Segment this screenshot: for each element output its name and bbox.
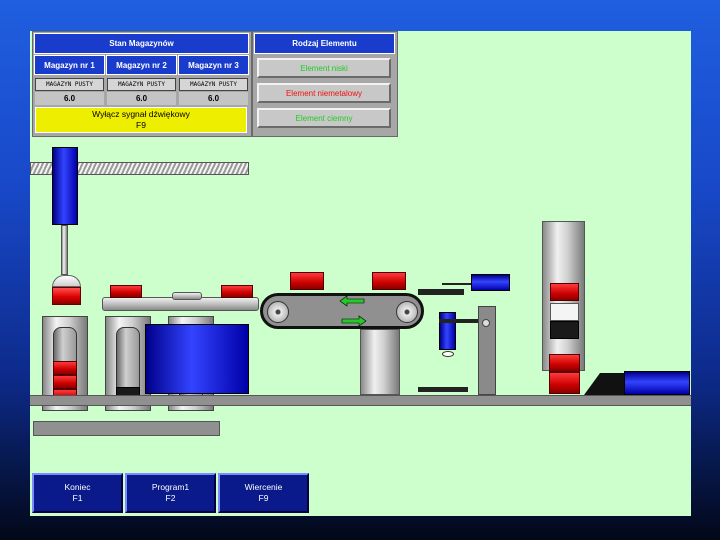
magazyn-2-status: MAGAZYN PUSTY [107,78,176,91]
conveyor-arrows [339,295,367,327]
wiercenie-button[interactable]: Wiercenie F9 [218,473,309,513]
output-element-red-3 [549,372,580,394]
rotary-table-hub [172,292,202,300]
magazyn-1-header: Magazyn nr 1 [34,55,105,75]
magazyn-1-element [53,375,77,389]
rodzaj-elementu-title: Rodzaj Elementu [254,33,395,54]
program1-key: F2 [165,493,176,503]
magazyn-3-status: MAGAZYN PUSTY [179,78,248,91]
magazyn-2-header: Magazyn nr 2 [106,55,177,75]
floor-rail [30,395,691,406]
program1-label: Program1 [151,482,190,492]
disable-sound-key: F9 [136,120,146,130]
magazyn-1-value: 6.0 [35,92,104,105]
magazyn-3-top-element [221,285,253,298]
output-element-white [550,303,579,321]
magazine-base [33,421,220,436]
magazyn-3-value: 6.0 [179,92,248,105]
element-niski-label: Element niski [300,63,348,73]
gripped-element [52,287,81,305]
element-niski-indicator: Element niski [257,58,391,78]
output-pusher-ramp [584,373,624,395]
gripper-cylinder [52,147,78,225]
stan-magazynow-title: Stan Magazynów [34,33,249,54]
drill-pivot [482,319,490,327]
drill-tip [442,351,454,357]
element-ciemny-indicator: Element ciemny [257,108,391,128]
output-element-red-2 [549,354,580,372]
disable-sound-label: Wyłącz sygnał dźwiękowy [92,109,190,119]
suction-cup [52,275,81,287]
disable-sound-button[interactable]: Wyłącz sygnał dźwiękowy F9 [35,107,247,133]
magazyn-2-value: 6.0 [107,92,176,105]
conveyor-right-pulley [396,301,418,323]
arrow-left-icon [339,295,365,307]
magazine-drive-block [145,324,249,394]
magazyn-3-header: Magazyn nr 3 [178,55,249,75]
output-element-red-1 [550,283,579,301]
magazyn-1-element [53,361,77,375]
element-niemetalowy-indicator: Element niemetalowy [257,83,391,103]
magazyn-1-status: MAGAZYN PUSTY [35,78,104,91]
sensor-arm-bottom [418,387,468,392]
koniec-key: F1 [72,493,83,503]
conveyor-stand [360,329,400,395]
output-pusher-cylinder [624,371,690,395]
conveyor-element-1 [290,272,324,290]
program1-button[interactable]: Program1 F2 [125,473,216,513]
koniec-label: Koniec [64,482,91,492]
wiercenie-label: Wiercenie [244,482,283,492]
stan-magazynow-panel: Stan Magazynów Magazyn nr 1 Magazyn nr 2… [32,31,252,137]
conveyor-element-2 [372,272,406,290]
arrow-right-icon [341,315,367,327]
rodzaj-elementu-panel: Rodzaj Elementu Element niski Element ni… [252,31,398,137]
wiercenie-key: F9 [258,493,269,503]
magazyn-1-top-element [110,285,142,298]
conveyor-left-pulley [267,301,289,323]
sensor-arm-top [418,289,464,295]
sensor-cylinder [471,274,510,291]
scada-screen: Stan Magazynów Magazyn nr 1 Magazyn nr 2… [30,31,691,516]
element-niemetalowy-label: Element niemetalowy [285,88,363,98]
output-element-black [550,321,579,339]
drill-cylinder [439,312,456,350]
koniec-button[interactable]: Koniec F1 [32,473,123,513]
gripper-rod [61,225,68,275]
sensor-wire [442,283,472,285]
element-ciemny-label: Element ciemny [295,113,353,123]
